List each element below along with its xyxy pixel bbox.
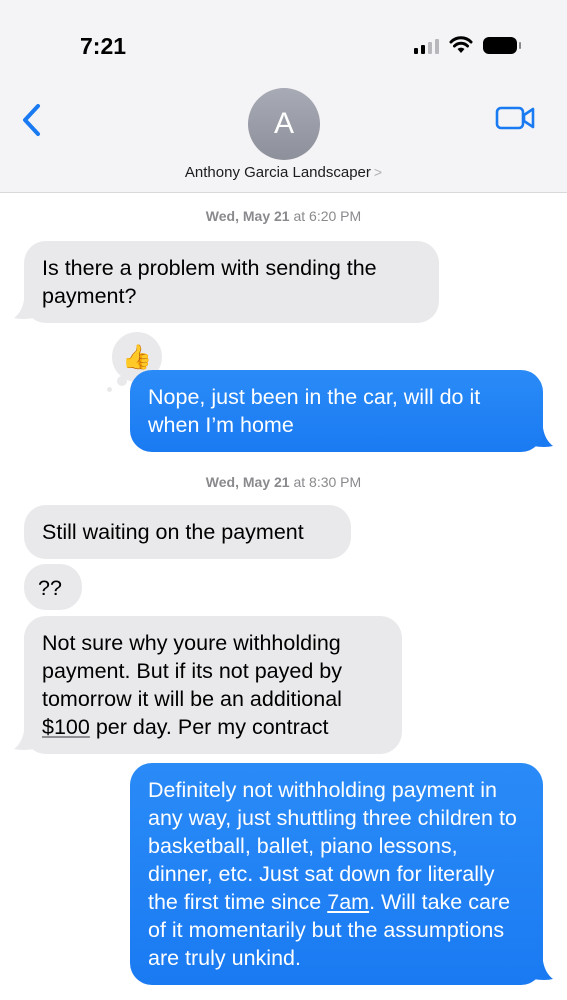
battery-icon xyxy=(483,37,521,54)
outgoing-message[interactable]: Nope, just been in the car, will do it w… xyxy=(130,370,543,452)
timestamp-at: at xyxy=(293,474,306,490)
message-text: per day. Per my contract xyxy=(89,715,329,739)
timestamp-time: 8:30 PM xyxy=(309,474,362,490)
timestamp: Wed, May 21 at 8:30 PM xyxy=(0,474,567,490)
conversation-header: 7:21 A Anthony Garcia Landscaper > xyxy=(0,0,567,193)
contact-avatar[interactable]: A xyxy=(248,88,320,160)
chevron-right-icon: > xyxy=(373,164,383,180)
incoming-message[interactable]: ?? xyxy=(24,564,82,610)
timestamp-day: Wed, May 21 xyxy=(205,208,290,224)
time-link[interactable]: 7am xyxy=(327,890,369,914)
reaction-tail-dot xyxy=(117,376,127,386)
back-chevron-icon[interactable] xyxy=(18,100,48,140)
timestamp-day: Wed, May 21 xyxy=(205,474,290,490)
timestamp-at: at xyxy=(293,208,306,224)
cellular-signal-icon xyxy=(414,38,439,54)
timestamp-time: 6:20 PM xyxy=(309,208,362,224)
timestamp: Wed, May 21 at 6:20 PM xyxy=(0,208,567,224)
incoming-message[interactable]: Still waiting on the payment xyxy=(24,505,351,559)
video-call-icon[interactable] xyxy=(495,103,537,133)
contact-name[interactable]: Anthony Garcia Landscaper > xyxy=(0,164,567,181)
message-text: Not sure why youre withholding payment. … xyxy=(42,631,342,711)
status-icons xyxy=(414,36,521,54)
outgoing-message[interactable]: Definitely not withholding payment in an… xyxy=(130,763,543,985)
incoming-message[interactable]: Is there a problem with sending the paym… xyxy=(24,241,439,323)
amount-link[interactable]: $100 xyxy=(42,715,90,739)
status-time: 7:21 xyxy=(80,33,127,59)
wifi-icon xyxy=(449,36,473,53)
contact-name-label: Anthony Garcia Landscaper xyxy=(184,164,371,181)
avatar-initial: A xyxy=(273,107,294,140)
reaction-tail-dot xyxy=(107,387,112,392)
incoming-message[interactable]: Not sure why youre withholding payment. … xyxy=(24,616,402,754)
